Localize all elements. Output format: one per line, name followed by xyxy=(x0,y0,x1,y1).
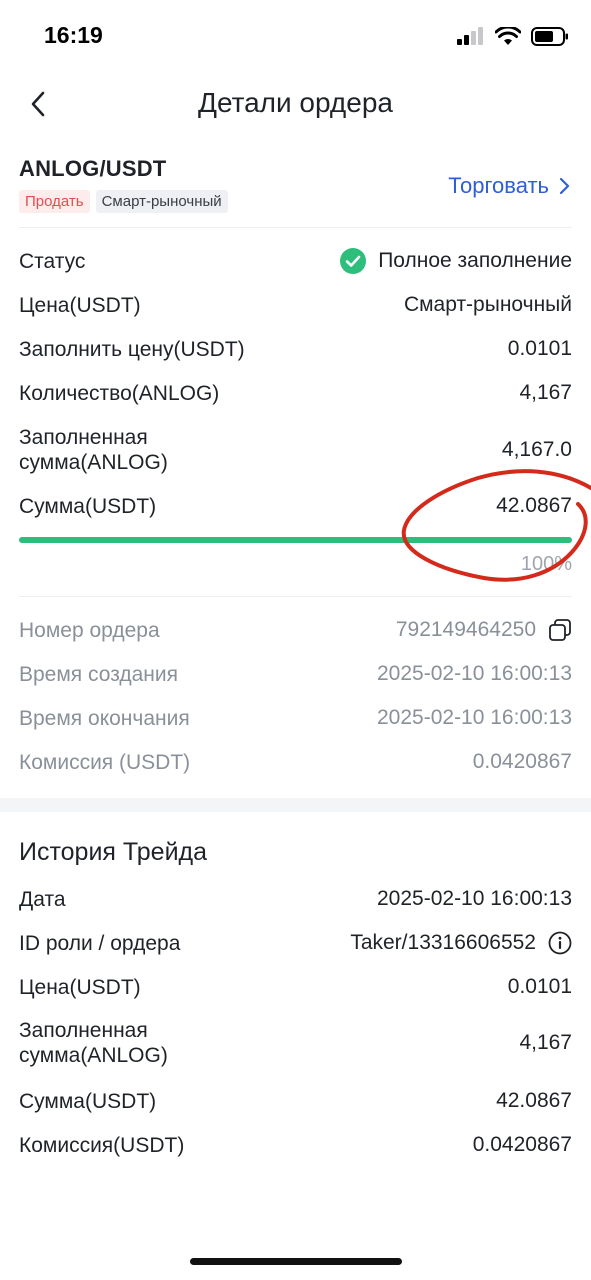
history-fee-row: Комиссия(USDT) 0.0420867 xyxy=(19,1129,572,1161)
pair-header: ANLOG/USDT Продать Смарт-рыночный Торгов… xyxy=(19,156,572,228)
history-role-value-wrap: Taker/13316606552 xyxy=(350,931,572,955)
end-time-label: Время окончания xyxy=(19,706,190,730)
price-row: Цена(USDT) Смарт-рыночный xyxy=(19,289,572,321)
history-filled-row: Заполненная сумма(ANLOG) 4,167 xyxy=(19,1017,572,1069)
quantity-row: Количество(ANLOG) 4,167 xyxy=(19,377,572,409)
section-separator xyxy=(0,798,591,812)
signal-icon xyxy=(457,27,483,45)
fill-progress-fill xyxy=(19,537,572,543)
end-time-value: 2025-02-10 16:00:13 xyxy=(377,706,572,729)
filled-amount-value: 4,167.0 xyxy=(501,438,572,461)
end-time-row: Время окончания 2025-02-10 16:00:13 xyxy=(19,702,572,734)
order-number-row: Номер ордера 792149464250 xyxy=(19,614,572,646)
created-time-value: 2025-02-10 16:00:13 xyxy=(377,662,572,685)
chevron-right-icon xyxy=(559,177,570,195)
status-row: Статус Полное заполнение xyxy=(19,245,572,277)
side-tag: Продать xyxy=(19,190,90,213)
history-fee-value: 0.0420867 xyxy=(472,1133,572,1156)
status-value-wrap: Полное заполнение xyxy=(340,248,572,274)
fill-price-label: Заполнить цену(USDT) xyxy=(19,337,245,361)
filled-amount-row: Заполненная сумма(ANLOG) 4,167.0 xyxy=(19,424,572,476)
nav-bar: Детали ордера xyxy=(0,72,591,138)
history-price-value: 0.0101 xyxy=(507,975,572,998)
amount-value: 42.0867 xyxy=(496,494,572,517)
status-value: Полное заполнение xyxy=(378,249,572,272)
history-role-value: Taker/13316606552 xyxy=(350,931,536,954)
created-time-row: Время создания 2025-02-10 16:00:13 xyxy=(19,658,572,690)
history-fee-label: Комиссия(USDT) xyxy=(19,1133,185,1157)
page-title: Детали ордера xyxy=(197,87,393,118)
order-type-tag: Смарт-рыночный xyxy=(95,190,228,213)
quantity-value: 4,167 xyxy=(519,381,572,404)
history-date-label: Дата xyxy=(19,887,66,911)
order-number-value-wrap: 792149464250 xyxy=(396,618,572,642)
history-date-value: 2025-02-10 16:00:13 xyxy=(377,887,572,910)
wifi-icon xyxy=(495,26,521,45)
amount-label: Сумма(USDT) xyxy=(19,494,157,518)
order-number-value: 792149464250 xyxy=(395,618,536,641)
created-time-label: Время создания xyxy=(19,662,178,686)
fill-progress-text: 100% xyxy=(520,553,572,575)
history-amount-value: 42.0867 xyxy=(496,1089,572,1112)
fill-price-row: Заполнить цену(USDT) 0.0101 xyxy=(19,333,572,365)
divider xyxy=(19,596,572,597)
quantity-label: Количество(ANLOG) xyxy=(19,381,220,405)
trade-link-label: Торговать xyxy=(448,173,549,198)
status-bar: 16:19 xyxy=(0,0,591,72)
trade-history-title: История Трейда xyxy=(19,838,208,866)
history-amount-label: Сумма(USDT) xyxy=(19,1089,157,1113)
check-circle-icon xyxy=(340,248,367,274)
amount-row: Сумма(USDT) 42.0867 xyxy=(19,490,572,522)
fee-row: Комиссия (USDT) 0.0420867 xyxy=(19,746,572,778)
price-value: Смарт-рыночный xyxy=(403,293,572,316)
fee-label: Комиссия (USDT) xyxy=(19,750,191,774)
filled-amount-label: Заполненная сумма(ANLOG) xyxy=(19,426,168,474)
status-time: 16:19 xyxy=(44,22,103,48)
home-indicator xyxy=(190,1258,402,1265)
fee-value: 0.0420867 xyxy=(472,750,572,773)
info-icon[interactable] xyxy=(548,931,572,955)
fill-price-value: 0.0101 xyxy=(507,337,572,360)
status-icons xyxy=(457,24,569,48)
battery-icon xyxy=(531,26,568,46)
order-number-label: Номер ордера xyxy=(19,618,160,642)
history-filled-value: 4,167 xyxy=(519,1031,572,1054)
history-date-row: Дата 2025-02-10 16:00:13 xyxy=(19,883,572,915)
history-price-row: Цена(USDT) 0.0101 xyxy=(19,971,572,1003)
copy-icon[interactable] xyxy=(548,618,572,642)
history-role-row: ID роли / ордера Taker/13316606552 xyxy=(19,927,572,959)
history-price-label: Цена(USDT) xyxy=(19,975,141,999)
divider xyxy=(19,227,572,228)
history-filled-label: Заполненная сумма(ANLOG) xyxy=(19,1019,168,1067)
price-label: Цена(USDT) xyxy=(19,293,141,317)
trade-link[interactable]: Торговать xyxy=(448,173,570,199)
fill-progress-bar xyxy=(19,537,572,543)
history-role-label: ID роли / ордера xyxy=(19,931,181,955)
history-amount-row: Сумма(USDT) 42.0867 xyxy=(19,1085,572,1117)
status-label: Статус xyxy=(19,249,86,273)
